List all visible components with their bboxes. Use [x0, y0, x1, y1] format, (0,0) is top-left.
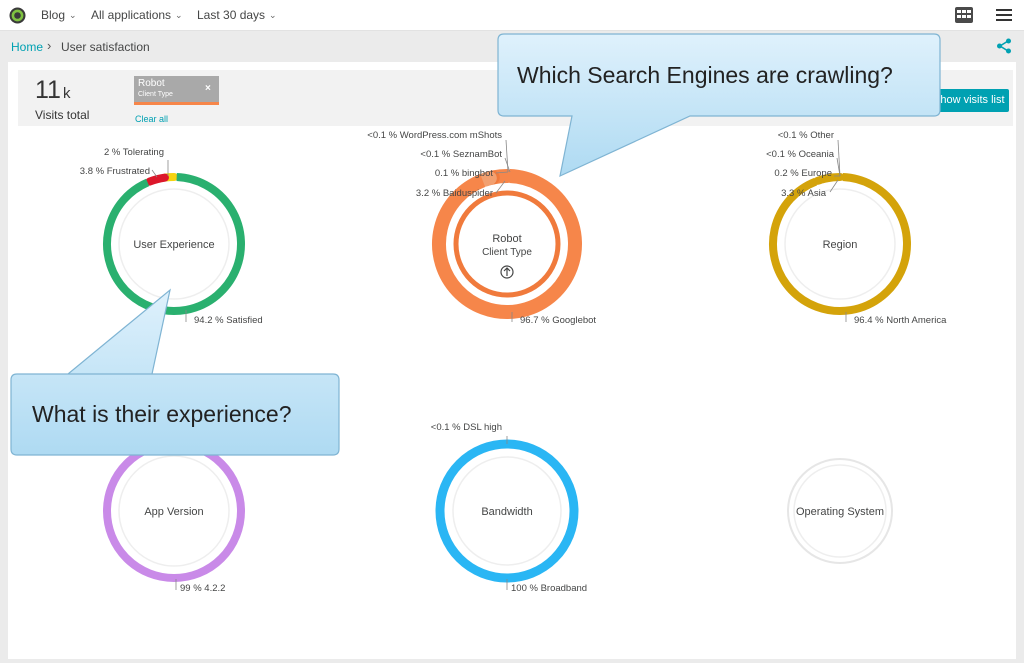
segment-label: 100 % Broadband — [511, 583, 587, 594]
segment-label: 0.2 % Europe — [774, 168, 832, 179]
segment-label: 94.2 % Satisfied — [194, 315, 263, 326]
donut-segment[interactable] — [813, 176, 824, 185]
callout-experience-text: What is their experience? — [32, 401, 292, 427]
donut-subtitle: Client Type — [482, 247, 532, 258]
donut-title: User Experience — [133, 239, 214, 251]
donut-title: Robot — [492, 233, 521, 245]
leader-line — [829, 179, 839, 193]
segment-label: <0.1 % DSL high — [431, 422, 502, 433]
donut-title: Operating System — [796, 506, 884, 518]
segment-label: <0.1 % SeznamBot — [420, 149, 502, 160]
segment-label: 99 % 4.2.2 — [180, 583, 225, 594]
donut-charts: User Experience 94.2 % Satisfied 2 % Toler… — [80, 130, 947, 594]
segment-label: <0.1 % WordPress.com mShots — [367, 130, 502, 141]
segment-label: 3.8 % Frustrated — [80, 166, 150, 177]
segment-label: 3.2 % Baiduspider — [416, 188, 493, 199]
donut-title: Region — [823, 239, 858, 251]
segment-label: 3.3 % Asia — [781, 188, 827, 199]
leader-line — [505, 139, 509, 173]
donut-segment[interactable] — [145, 173, 169, 186]
segment-label: 2 % Tolerating — [104, 147, 164, 158]
segment-label: <0.1 % Oceania — [766, 149, 835, 160]
donut-title: Bandwidth — [481, 506, 532, 518]
segment-label: 96.7 % Googlebot — [520, 315, 596, 326]
callout-search-engines-text: Which Search Engines are crawling? — [517, 62, 893, 88]
segment-label: 96.4 % North America — [854, 315, 947, 326]
arrow-up-icon — [503, 267, 511, 276]
segment-label: <0.1 % Other — [778, 130, 834, 141]
donut-segment[interactable] — [477, 172, 494, 187]
segment-label: 0.1 % bingbot — [435, 168, 493, 179]
donut-title: App Version — [144, 506, 203, 518]
